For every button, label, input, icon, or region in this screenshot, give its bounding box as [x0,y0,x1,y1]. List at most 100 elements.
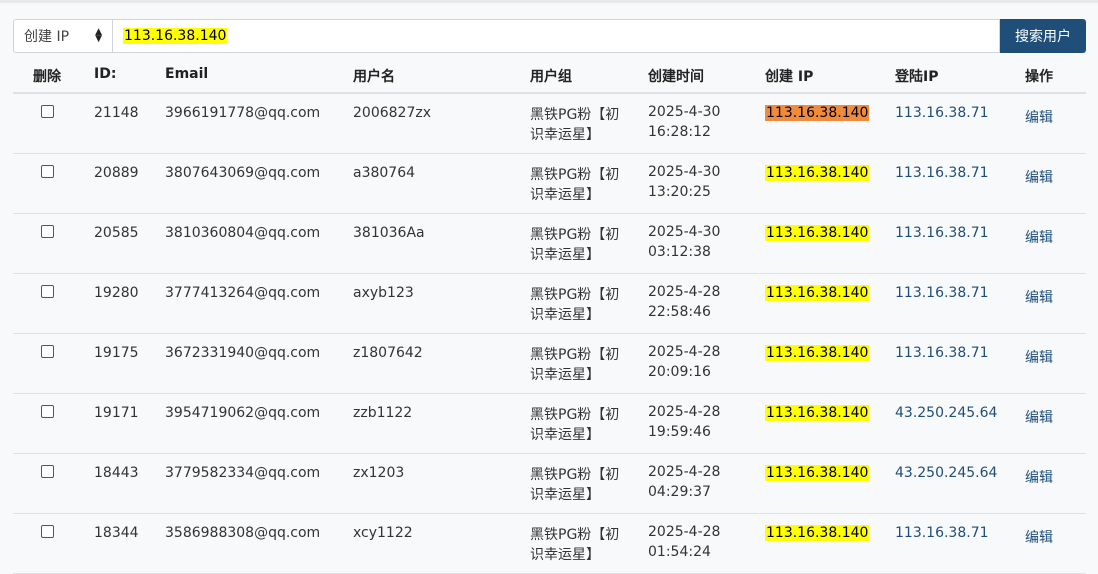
row-created-date: 2025-4-28 [648,464,721,480]
row-group-line1: 黑铁PG粉【初 [530,167,620,183]
row-group: 黑铁PG粉【初 识幸运星】 [530,285,619,325]
row-username: a380764 [353,165,416,181]
row-created-time: 2025-4-28 01:54:24 [648,522,720,562]
row-created-clock: 16:28:12 [648,124,711,140]
delete-checkbox[interactable] [41,105,54,118]
table-row: 19280 3777413264@qq.com axyb123 黑铁PG粉【初 识幸运星… [13,274,1086,334]
col-username[interactable]: 用户名 [353,66,395,86]
row-email: 3672331940@qq.com [165,345,321,361]
table-row: 19175 3672331940@qq.com z1807642 黑铁PG粉【初 识幸运… [13,334,1086,394]
search-users-button[interactable]: 搜索用户 [1000,19,1086,53]
row-email: 3807643069@qq.com [165,165,321,181]
row-created-clock: 19:59:46 [648,424,711,440]
row-id: 20585 [94,225,139,241]
row-group-line2: 识幸运星】 [530,127,600,143]
row-username: z1807642 [353,345,423,361]
delete-checkbox[interactable] [41,525,54,538]
row-id: 21148 [94,105,139,121]
row-created-clock: 01:54:24 [648,544,711,560]
row-email: 3779582334@qq.com [165,465,321,481]
row-created-ip: 113.16.38.140 [765,345,870,361]
row-group: 黑铁PG粉【初 识幸运星】 [530,405,619,445]
row-created-time: 2025-4-28 19:59:46 [648,402,720,442]
row-group-line2: 识幸运星】 [530,427,600,443]
col-id[interactable]: ID: [94,66,116,82]
row-id: 19280 [94,285,139,301]
user-table: 21148 3966191778@qq.com 2006827zx 黑铁PG粉【初 识幸… [13,94,1086,574]
table-row: 20585 3810360804@qq.com 381036Aa 黑铁PG粉【初 识幸运… [13,214,1086,274]
row-created-time: 2025-4-28 22:58:46 [648,282,720,322]
col-group[interactable]: 用户组 [530,66,572,86]
row-created-ip: 113.16.38.140 [765,285,870,301]
row-group-line1: 黑铁PG粉【初 [530,287,620,303]
row-login-ip-link[interactable]: 43.250.245.64 [895,405,997,421]
row-email: 3954719062@qq.com [165,405,321,421]
table-header: 删除 ID: Email 用户名 用户组 创建时间 创建 IP 登陆IP 操作 [13,56,1086,94]
row-group-line2: 识幸运星】 [530,247,600,263]
delete-checkbox[interactable] [41,405,54,418]
row-login-ip-link[interactable]: 113.16.38.71 [895,345,989,361]
row-edit-link[interactable]: 编辑 [1025,407,1053,427]
row-group: 黑铁PG粉【初 识幸运星】 [530,525,619,565]
row-created-time: 2025-4-28 04:29:37 [648,462,720,502]
row-group-line2: 识幸运星】 [530,187,600,203]
row-edit-link[interactable]: 编辑 [1025,167,1053,187]
row-login-ip-link[interactable]: 113.16.38.71 [895,165,989,181]
row-created-clock: 13:20:25 [648,184,711,200]
delete-checkbox[interactable] [41,165,54,178]
search-bar: 创建 IP ▲ ▼ 113.16.38.140 搜索用户 [13,19,1086,53]
row-email: 3810360804@qq.com [165,225,321,241]
row-login-ip-link[interactable]: 113.16.38.71 [895,525,989,541]
row-group-line1: 黑铁PG粉【初 [530,227,620,243]
row-created-date: 2025-4-30 [648,224,721,240]
row-created-date: 2025-4-28 [648,404,721,420]
row-group: 黑铁PG粉【初 识幸运星】 [530,345,619,385]
table-row: 20889 3807643069@qq.com a380764 黑铁PG粉【初 识幸运星… [13,154,1086,214]
row-edit-link[interactable]: 编辑 [1025,107,1053,127]
row-group-line2: 识幸运星】 [530,547,600,563]
row-created-time: 2025-4-30 03:12:38 [648,222,720,262]
row-group-line2: 识幸运星】 [530,307,600,323]
col-email[interactable]: Email [165,66,208,82]
row-edit-link[interactable]: 编辑 [1025,287,1053,307]
row-id: 18443 [94,465,139,481]
row-login-ip-link[interactable]: 113.16.38.71 [895,225,989,241]
delete-checkbox[interactable] [41,465,54,478]
delete-checkbox[interactable] [41,285,54,298]
row-login-ip-link[interactable]: 43.250.245.64 [895,465,997,481]
row-username: axyb123 [353,285,414,301]
search-field-select[interactable]: 创建 IP ▲ ▼ [13,19,112,53]
delete-checkbox[interactable] [41,345,54,358]
row-login-ip-link[interactable]: 113.16.38.71 [895,285,989,301]
row-email: 3777413264@qq.com [165,285,321,301]
search-input-value: 113.16.38.140 [123,28,228,44]
row-created-date: 2025-4-28 [648,524,721,540]
row-created-ip: 113.16.38.140 [765,465,870,481]
row-login-ip-link[interactable]: 113.16.38.71 [895,105,989,121]
delete-checkbox[interactable] [41,225,54,238]
row-group: 黑铁PG粉【初 识幸运星】 [530,465,619,505]
row-created-time: 2025-4-30 16:28:12 [648,102,720,142]
row-email: 3966191778@qq.com [165,105,321,121]
row-edit-link[interactable]: 编辑 [1025,467,1053,487]
row-username: zzb1122 [353,405,413,421]
row-created-date: 2025-4-30 [648,104,721,120]
col-created-ip[interactable]: 创建 IP [765,66,813,86]
row-edit-link[interactable]: 编辑 [1025,347,1053,367]
row-created-date: 2025-4-30 [648,164,721,180]
row-group-line1: 黑铁PG粉【初 [530,347,620,363]
col-delete: 删除 [33,69,61,85]
row-group-line1: 黑铁PG粉【初 [530,407,620,423]
row-created-date: 2025-4-28 [648,344,721,360]
col-created-time[interactable]: 创建时间 [648,66,704,86]
row-created-time: 2025-4-28 20:09:16 [648,342,720,382]
top-border [0,0,1098,3]
row-group: 黑铁PG粉【初 识幸运星】 [530,105,619,145]
row-created-clock: 22:58:46 [648,304,711,320]
row-edit-link[interactable]: 编辑 [1025,527,1053,547]
table-row: 18443 3779582334@qq.com zx1203 黑铁PG粉【初 识幸运星】… [13,454,1086,514]
search-input[interactable]: 113.16.38.140 [112,19,1000,53]
row-edit-link[interactable]: 编辑 [1025,227,1053,247]
table-row: 19171 3954719062@qq.com zzb1122 黑铁PG粉【初 识幸运星… [13,394,1086,454]
col-login-ip[interactable]: 登陆IP [895,66,938,86]
